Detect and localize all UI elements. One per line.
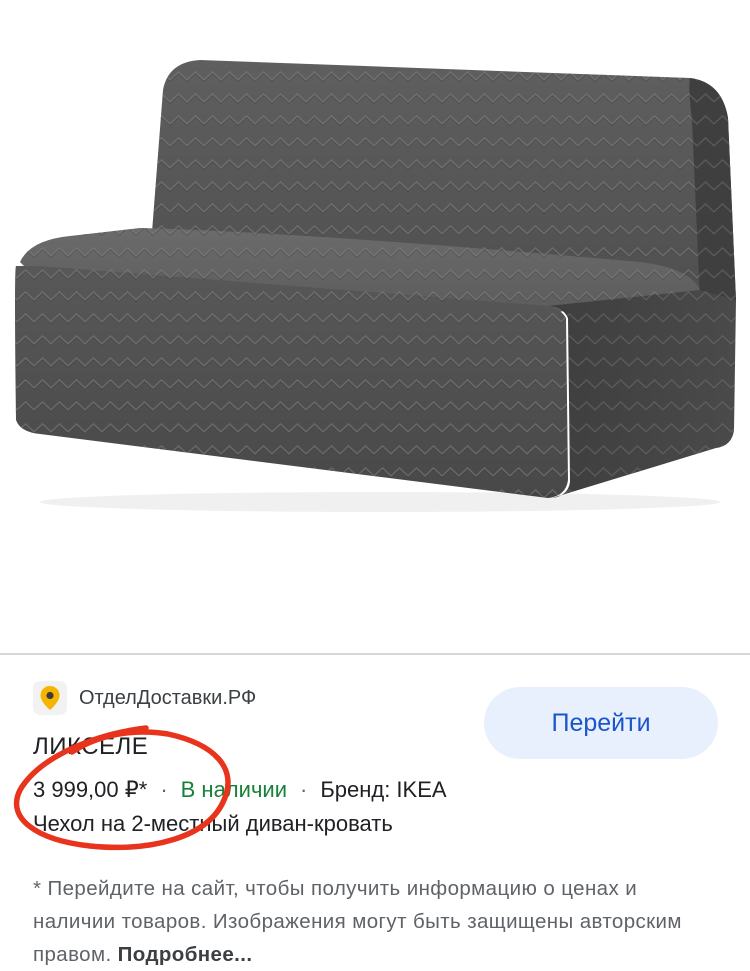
divider	[0, 653, 750, 655]
product-meta-row: 3 999,00 ₽* · В наличии · Бренд: IKEA	[33, 777, 447, 803]
merchant-row[interactable]: ОтделДоставки.РФ	[33, 680, 256, 716]
stock-status: В наличии	[180, 777, 287, 802]
brand: Бренд: IKEA	[320, 777, 447, 802]
product-image[interactable]	[0, 0, 750, 652]
separator: ·	[299, 777, 308, 802]
product-result-page: ОтделДоставки.РФ Перейти ЛИКСЕЛЕ 3 999,0…	[0, 0, 750, 971]
separator: ·	[160, 777, 168, 802]
map-pin-icon	[33, 681, 67, 715]
more-link[interactable]: Подробнее...	[118, 943, 253, 966]
product-title[interactable]: ЛИКСЕЛЕ	[33, 733, 148, 761]
product-description: Чехол на 2-местный диван-кровать	[33, 811, 393, 836]
merchant-name[interactable]: ОтделДоставки.РФ	[79, 687, 256, 710]
price: 3 999,00 ₽*	[33, 777, 148, 802]
disclaimer: * Перейдите на сайт, чтобы получить инфо…	[33, 872, 683, 971]
go-button[interactable]: Перейти	[484, 687, 718, 759]
